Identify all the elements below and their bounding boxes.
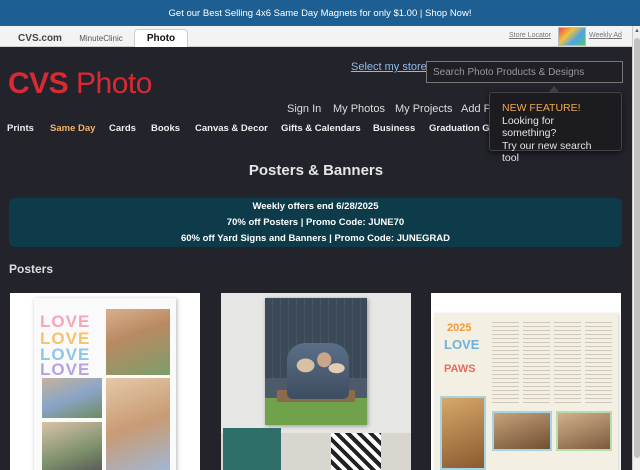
cvs-photo-logo[interactable]: CVS Photo <box>8 67 152 101</box>
collage-poster-image[interactable]: LOVE LOVE LOVE LOVE <box>34 298 176 470</box>
search-input[interactable]: Search Photo Products & Designs <box>426 61 623 83</box>
nav-prints[interactable]: Prints <box>7 123 34 134</box>
nav-business[interactable]: Business <box>373 123 415 134</box>
weekly-ad-thumbnail[interactable] <box>558 27 586 46</box>
family-poster-image[interactable] <box>265 298 367 425</box>
my-projects-link[interactable]: My Projects <box>395 103 452 115</box>
patterned-pillow <box>331 433 381 470</box>
select-store-link[interactable]: Select my store <box>351 61 427 73</box>
new-feature-tooltip[interactable]: NEW FEATURE! Looking for something? Try … <box>489 92 622 164</box>
collage-photo <box>42 422 102 470</box>
logo-cvs-text: CVS <box>8 67 69 100</box>
collage-photo <box>106 378 170 470</box>
family-photo <box>287 343 349 399</box>
scroll-up-arrow-icon[interactable]: ▲ <box>633 26 640 36</box>
nav-canvas-decor[interactable]: Canvas & Decor <box>195 123 268 134</box>
nav-cards[interactable]: Cards <box>109 123 136 134</box>
brand-tab-bar: CVS.com MinuteClinic Photo Store Locator… <box>0 26 632 47</box>
tab-minuteclinic[interactable]: MinuteClinic <box>72 29 130 47</box>
tooltip-line-1: Looking for something? <box>502 114 557 140</box>
page-title: Posters & Banners <box>248 162 384 179</box>
calendar-love-word: LOVE <box>444 337 480 352</box>
tab-cvs[interactable]: CVS.com <box>13 29 67 47</box>
teal-pillow <box>223 428 281 470</box>
weekly-offers-banner: Weekly offers end 6/28/2025 70% off Post… <box>9 198 622 247</box>
weekly-ad-link[interactable]: Weekly Ad <box>589 32 622 39</box>
nav-graduation[interactable]: Graduation Gi <box>429 123 492 134</box>
search-placeholder: Search Photo Products & Designs <box>433 66 585 78</box>
collage-photo <box>106 309 170 375</box>
calendar-year: 2025 <box>447 322 472 334</box>
dog-photo <box>440 396 486 470</box>
offer-line-1: Weekly offers end 6/28/2025 <box>252 201 379 212</box>
page-scrollbar[interactable]: ▲ <box>632 26 640 470</box>
grass <box>265 398 367 425</box>
logo-photo-text: Photo <box>76 67 152 100</box>
nav-same-day[interactable]: Same Day <box>50 123 95 134</box>
calendar-love-text: LOVE <box>444 338 479 351</box>
nav-books[interactable]: Books <box>151 123 180 134</box>
offer-line-3: 60% off Yard Signs and Banners | Promo C… <box>180 233 451 244</box>
posters-section-title: Posters <box>9 262 54 276</box>
calendar-grid <box>492 319 612 403</box>
tab-photo[interactable]: Photo <box>134 29 188 47</box>
my-photos-link[interactable]: My Photos <box>333 103 385 115</box>
love-word: LOVE <box>40 360 91 379</box>
offer-line-2: 70% off Posters | Promo Code: JUNE70 <box>226 217 405 228</box>
product-card-family-poster[interactable] <box>221 293 411 470</box>
scroll-thumb[interactable] <box>634 38 640 458</box>
store-locator-link[interactable]: Store Locator <box>509 32 551 39</box>
collage-photo <box>42 378 102 418</box>
product-card-collage-poster[interactable]: LOVE LOVE LOVE LOVE <box>10 293 200 470</box>
product-card-calendar-poster[interactable]: 2025 LOVE PAWS <box>431 293 621 470</box>
promo-banner-text[interactable]: Get our Best Selling 4x6 Same Day Magnet… <box>169 8 472 19</box>
tooltip-line-2: Try our new search tool <box>502 139 592 165</box>
sign-in-link[interactable]: Sign In <box>287 103 321 115</box>
calendar-poster-image[interactable]: 2025 LOVE PAWS <box>434 313 618 470</box>
dog-photo <box>492 411 552 451</box>
tooltip-title: NEW FEATURE! <box>502 102 581 114</box>
nav-gifts-calendars[interactable]: Gifts & Calendars <box>281 123 361 134</box>
promo-banner[interactable]: Get our Best Selling 4x6 Same Day Magnet… <box>0 0 640 26</box>
calendar-paws-text: PAWS <box>444 363 476 375</box>
dog-photo <box>556 411 612 451</box>
